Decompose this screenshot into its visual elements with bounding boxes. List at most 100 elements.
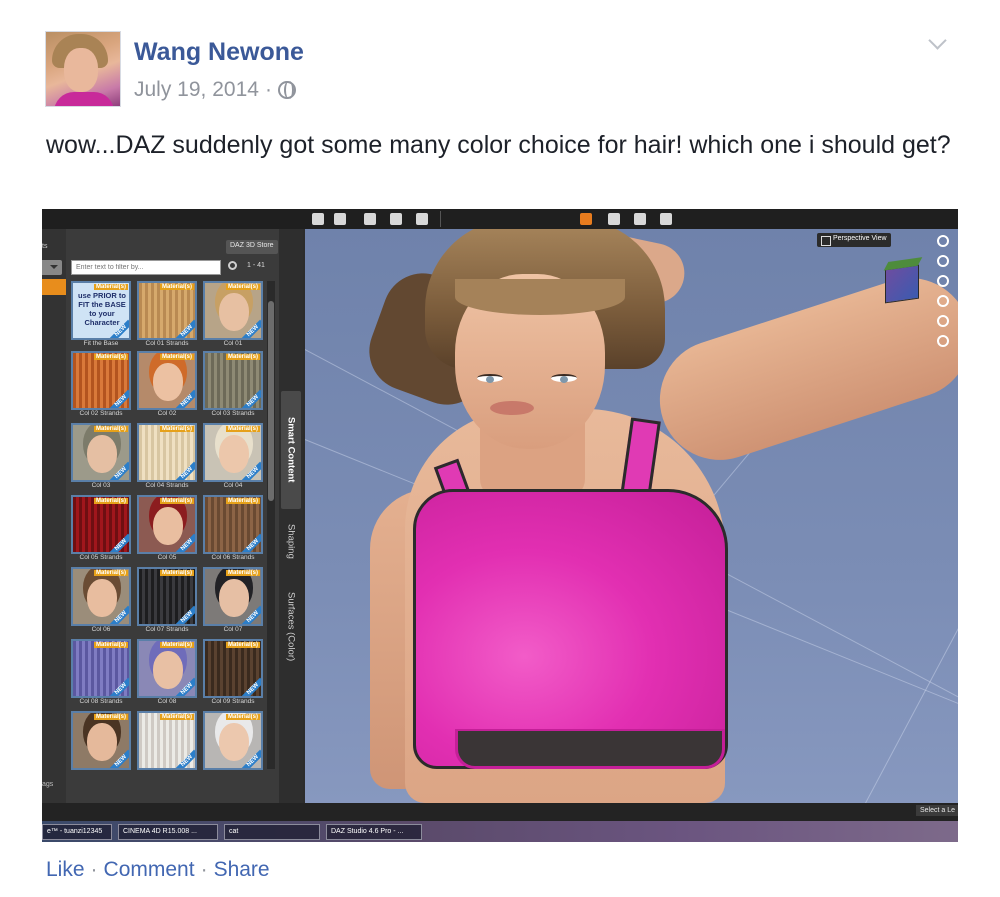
materials-badge: Material(s) xyxy=(93,570,128,576)
asset-thumb: Material(s) NEW xyxy=(137,567,197,626)
asset-label: Col 06 Strands xyxy=(211,554,255,561)
toolbar-icon[interactable] xyxy=(312,213,324,225)
figure-lips xyxy=(490,401,534,415)
new-tag: NEW xyxy=(175,749,195,768)
asset-tile[interactable]: Material(s) NEW xyxy=(137,711,197,779)
search-icon[interactable] xyxy=(228,261,237,270)
toolbar-icon[interactable] xyxy=(608,213,620,225)
asset-tile[interactable]: Material(s) NEW Col 03 Strands xyxy=(203,351,263,419)
tab-surfaces[interactable]: Surfaces (Color) xyxy=(281,575,301,679)
post-meta: July 19, 2014 · xyxy=(134,78,296,102)
asset-label: Col 03 xyxy=(91,482,111,489)
asset-label: Col 06 xyxy=(91,626,111,633)
new-tag: NEW xyxy=(175,461,195,480)
asset-tile[interactable]: Material(s) NEW xyxy=(203,711,263,779)
asset-label: Col 04 xyxy=(223,482,243,489)
category-dropdown[interactable] xyxy=(42,260,62,275)
perspective-view-button[interactable]: Perspective View xyxy=(817,233,891,247)
head-preview xyxy=(219,293,249,331)
materials-badge: Material(s) xyxy=(93,426,128,432)
post-date[interactable]: July 19, 2014 xyxy=(134,78,259,102)
asset-tile[interactable]: Material(s) NEW Col 05 xyxy=(137,495,197,563)
asset-scrollbar[interactable] xyxy=(267,281,275,769)
daz-store-button[interactable]: DAZ 3D Store xyxy=(226,240,278,254)
zoom-icon[interactable] xyxy=(937,295,949,307)
action-separator: · xyxy=(90,858,98,881)
tab-shaping[interactable]: Shaping xyxy=(281,513,301,569)
tab-smart-content[interactable]: Smart Content xyxy=(281,391,301,509)
asset-tile[interactable]: Material(s) NEW xyxy=(71,711,131,779)
scrollbar-thumb[interactable] xyxy=(268,301,274,501)
toolbar-icon-active[interactable] xyxy=(580,213,592,225)
toolbar-icon[interactable] xyxy=(364,213,376,225)
like-link[interactable]: Like xyxy=(46,858,85,882)
view-cube[interactable] xyxy=(885,264,919,304)
asset-tile[interactable]: Material(s) NEW Col 05 Strands xyxy=(71,495,131,563)
asset-tile[interactable]: Material(s) NEW Col 01 xyxy=(203,281,263,349)
filter-input[interactable] xyxy=(71,260,221,275)
share-link[interactable]: Share xyxy=(214,858,270,882)
taskbar-item[interactable]: cat xyxy=(224,824,320,840)
figure-eye xyxy=(477,374,503,383)
asset-tile[interactable]: Material(s) NEW Col 04 xyxy=(203,423,263,491)
orbit-icon[interactable] xyxy=(937,255,949,267)
asset-tile[interactable]: Material(s) NEW Col 04 Strands xyxy=(137,423,197,491)
materials-badge: Material(s) xyxy=(225,426,260,432)
toolbar-icon[interactable] xyxy=(416,213,428,225)
asset-tile[interactable]: Material(s) NEW Col 08 Strands xyxy=(71,639,131,707)
materials-badge: Material(s) xyxy=(93,354,128,360)
taskbar-item[interactable]: DAZ Studio 4.6 Pro - ... xyxy=(326,824,422,840)
asset-tile[interactable]: Material(s) NEW Col 06 xyxy=(71,567,131,635)
select-lesson-button[interactable]: Select a Le xyxy=(916,805,958,816)
asset-tile[interactable]: Material(s) NEW Col 02 xyxy=(137,351,197,419)
category-selected[interactable] xyxy=(42,279,66,295)
asset-thumb: Material(s) NEW xyxy=(137,711,197,770)
head-preview xyxy=(219,579,249,617)
asset-tile[interactable]: Material(s) NEW Col 02 Strands xyxy=(71,351,131,419)
asset-tile[interactable]: Material(s) NEW Col 07 Strands xyxy=(137,567,197,635)
toolbar-icon[interactable] xyxy=(660,213,672,225)
figure-fringe xyxy=(455,279,625,315)
globe-icon[interactable] xyxy=(277,81,296,99)
toolbar-icon[interactable] xyxy=(634,213,646,225)
new-tag: NEW xyxy=(241,677,261,696)
asset-tile[interactable]: Material(s) NEW Col 09 Strands xyxy=(203,639,263,707)
frame-icon[interactable] xyxy=(937,315,949,327)
asset-tile[interactable]: Material(s) NEW Col 07 xyxy=(203,567,263,635)
materials-badge: Material(s) xyxy=(225,498,260,504)
new-tag: NEW xyxy=(175,605,195,624)
head-preview xyxy=(87,723,117,761)
avatar-top xyxy=(54,92,114,106)
asset-tile[interactable]: Material(s) NEW Col 06 Strands xyxy=(203,495,263,563)
reset-view-icon[interactable] xyxy=(937,335,949,347)
pane-title: ts xyxy=(42,243,48,250)
author-avatar[interactable] xyxy=(45,31,121,107)
embedded-screenshot[interactable]: ts DAZ 3D Store 1 - 41 use PRIOR to FIT … xyxy=(42,209,958,842)
author-name[interactable]: Wang Newone xyxy=(134,38,304,67)
asset-label: Fit the Base xyxy=(83,340,119,347)
asset-label: Col 04 Strands xyxy=(145,482,189,489)
new-tag: NEW xyxy=(241,389,261,408)
new-tag: NEW xyxy=(175,319,195,338)
asset-tile[interactable]: Material(s) NEW Col 08 xyxy=(137,639,197,707)
materials-badge: Material(s) xyxy=(159,498,194,504)
taskbar-item[interactable]: CINEMA 4D R15.008 ... xyxy=(118,824,218,840)
camera-icon[interactable] xyxy=(937,235,949,247)
asset-tile[interactable]: use PRIOR to FIT the BASE to your Charac… xyxy=(71,281,131,349)
comment-link[interactable]: Comment xyxy=(104,858,195,882)
viewport-3d[interactable]: Perspective View xyxy=(305,229,958,803)
asset-label: Col 05 xyxy=(157,554,177,561)
side-tab-bar: Smart Content Shaping Surfaces (Color) xyxy=(279,229,303,803)
asset-thumb: Material(s) NEW xyxy=(203,423,263,482)
materials-badge: Material(s) xyxy=(225,570,260,576)
asset-tile[interactable]: Material(s) NEW Col 03 xyxy=(71,423,131,491)
new-tag: NEW xyxy=(241,533,261,552)
toolbar-icon[interactable] xyxy=(334,213,346,225)
chevron-down-icon[interactable] xyxy=(929,36,945,52)
asset-thumb: Material(s) NEW xyxy=(71,423,131,482)
pan-icon[interactable] xyxy=(937,275,949,287)
toolbar-icon[interactable] xyxy=(390,213,402,225)
materials-badge: Material(s) xyxy=(93,284,128,290)
taskbar-item[interactable]: e™ - tuanzi12345 xyxy=(42,824,112,840)
asset-tile[interactable]: Material(s) NEW Col 01 Strands xyxy=(137,281,197,349)
